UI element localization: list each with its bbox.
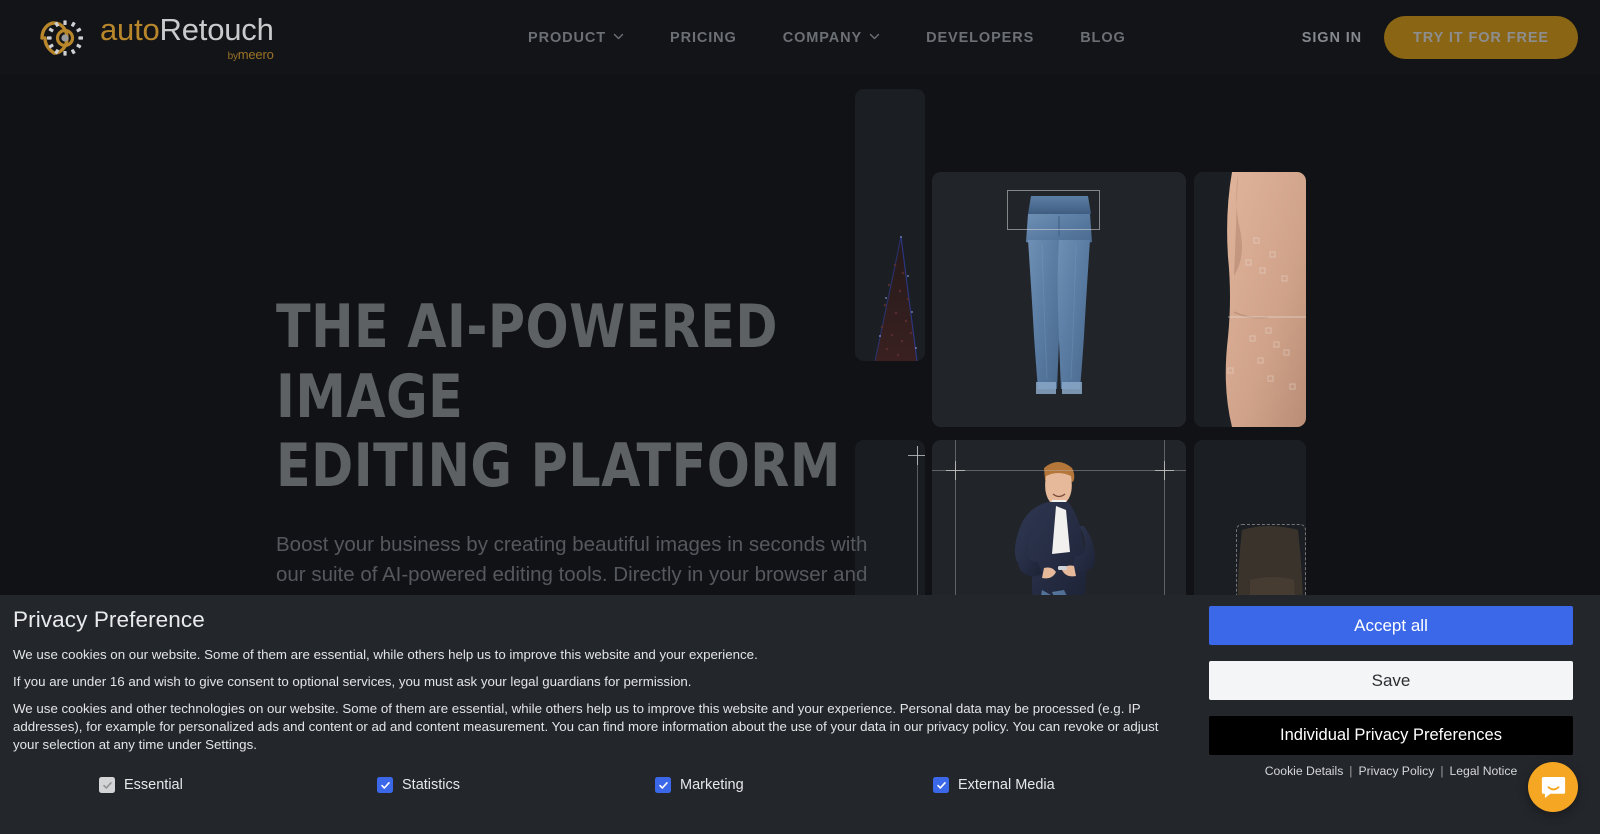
guide-line-horizontal-top xyxy=(932,470,1186,471)
nav-item-developers[interactable]: DEVELOPERS xyxy=(903,30,1057,46)
checkbox-statistics-box[interactable] xyxy=(377,777,393,793)
cookie-paragraph-2: If you are under 16 and wish to give con… xyxy=(13,673,1173,691)
link-separator: | xyxy=(1440,764,1443,778)
checkbox-label: Marketing xyxy=(680,777,744,793)
logo-name: autoRetouch xyxy=(100,14,274,45)
nav-item-label: PRICING xyxy=(670,30,737,46)
checkbox-marketing[interactable]: Marketing xyxy=(655,777,933,793)
logo-byline-by: by xyxy=(228,51,238,62)
main-navigation: PRODUCT PRICING COMPANY DEVELOPERS BLOG xyxy=(505,0,1149,75)
checkbox-essential-box[interactable] xyxy=(99,777,115,793)
check-icon xyxy=(102,780,113,791)
cookie-details-link[interactable]: Cookie Details xyxy=(1265,764,1344,778)
nav-item-product[interactable]: PRODUCT xyxy=(505,30,647,46)
nav-item-pricing[interactable]: PRICING xyxy=(647,30,760,46)
nav-item-label: COMPANY xyxy=(783,30,862,46)
jeans-image xyxy=(932,172,1186,427)
crop-corner-marker-tr xyxy=(1155,461,1174,480)
mosaic-card-jeans xyxy=(932,172,1186,427)
site-header: autoRetouch bymeero PRODUCT PRICING COMP… xyxy=(0,0,1600,75)
header-actions: SIGN IN TRY IT FOR FREE xyxy=(1302,0,1578,75)
page-root: The AI-powered image editing platform Bo… xyxy=(0,0,1600,834)
intercom-chat-launcher[interactable] xyxy=(1528,762,1578,812)
logo[interactable]: autoRetouch bymeero xyxy=(18,12,274,64)
save-button[interactable]: Save xyxy=(1209,661,1573,700)
chevron-down-icon xyxy=(613,31,624,42)
nav-item-label: BLOG xyxy=(1080,30,1126,46)
checkbox-label: External Media xyxy=(958,777,1055,793)
checkbox-label: Essential xyxy=(124,777,183,793)
privacy-preference-banner: Privacy Preference We use cookies on our… xyxy=(0,595,1600,834)
cookie-category-checkboxes: Essential Statistics Marketing External … xyxy=(99,777,1059,793)
try-it-for-free-button[interactable]: TRY IT FOR FREE xyxy=(1384,16,1578,59)
nav-item-blog[interactable]: BLOG xyxy=(1057,30,1149,46)
crop-corner-marker-tl xyxy=(946,461,965,480)
hero-title-line-1: The AI-powered image xyxy=(276,292,778,432)
checkbox-statistics[interactable]: Statistics xyxy=(377,777,655,793)
legal-notice-link[interactable]: Legal Notice xyxy=(1450,764,1518,778)
skin-retouch-thumb xyxy=(1194,172,1306,427)
cookie-banner-title: Privacy Preference xyxy=(13,607,1173,633)
check-icon xyxy=(658,780,669,791)
hero-title-line-2: editing platform xyxy=(276,431,841,501)
checkbox-external-media[interactable]: External Media xyxy=(933,777,1055,793)
logo-name-auto: auto xyxy=(100,12,160,47)
check-icon xyxy=(936,780,947,791)
checkbox-essential[interactable]: Essential xyxy=(99,777,377,793)
checkbox-marketing-box[interactable] xyxy=(655,777,671,793)
cookie-paragraph-1: We use cookies on our website. Some of t… xyxy=(13,646,1173,664)
accept-all-button[interactable]: Accept all xyxy=(1209,606,1573,645)
individual-privacy-preferences-button[interactable]: Individual Privacy Preferences xyxy=(1209,716,1573,755)
sign-in-link[interactable]: SIGN IN xyxy=(1302,30,1362,46)
hero-copy: The AI-powered image editing platform Bo… xyxy=(276,293,896,621)
cookie-banner-actions: Accept all Save Individual Privacy Prefe… xyxy=(1209,606,1573,778)
cookie-banner-text: Privacy Preference We use cookies on our… xyxy=(13,607,1173,758)
cookie-paragraph-3: We use cookies and other technologies on… xyxy=(13,700,1173,754)
check-icon xyxy=(380,780,391,791)
autoretouch-logo-icon xyxy=(18,12,96,64)
privacy-policy-link[interactable]: Privacy Policy xyxy=(1358,764,1434,778)
logo-byline-brand: meero xyxy=(238,47,274,62)
checkbox-label: Statistics xyxy=(402,777,460,793)
mosaic-card-partial-right xyxy=(1194,172,1306,427)
logo-name-retouch: Retouch xyxy=(160,12,274,47)
logo-wordmark: autoRetouch bymeero xyxy=(100,12,274,64)
logo-byline: bymeero xyxy=(228,47,274,62)
chat-bubble-icon xyxy=(1540,774,1567,801)
nav-item-company[interactable]: COMPANY xyxy=(760,30,903,46)
chevron-down-icon xyxy=(869,31,880,42)
checkbox-external-media-box[interactable] xyxy=(933,777,949,793)
cookie-footer-links: Cookie Details | Privacy Policy | Legal … xyxy=(1209,764,1573,778)
link-separator: | xyxy=(1349,764,1352,778)
page-title: The AI-powered image editing platform xyxy=(276,293,859,502)
nav-item-label: DEVELOPERS xyxy=(926,30,1034,46)
nav-item-label: PRODUCT xyxy=(528,30,606,46)
